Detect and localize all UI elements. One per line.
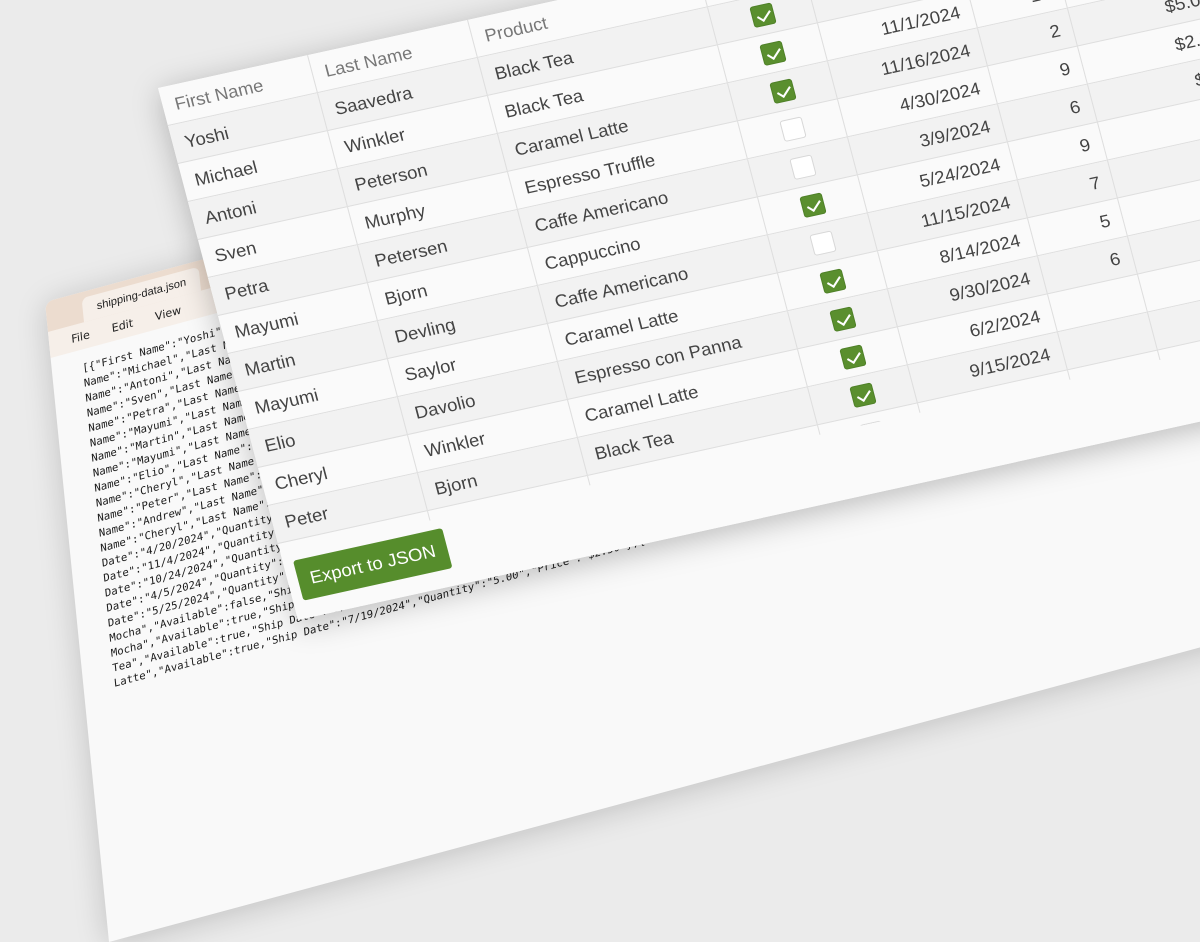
- checkbox-checked-icon[interactable]: [849, 382, 877, 408]
- checkbox-unchecked-icon[interactable]: [809, 230, 837, 256]
- checkbox-checked-icon[interactable]: [839, 344, 867, 370]
- checkbox-checked-icon[interactable]: [829, 306, 857, 332]
- checkbox-checked-icon[interactable]: [819, 268, 847, 294]
- checkbox-unchecked-icon[interactable]: [779, 116, 807, 142]
- menu-file[interactable]: File: [71, 328, 91, 346]
- checkbox-checked-icon[interactable]: [749, 2, 777, 28]
- menu-edit[interactable]: Edit: [111, 316, 134, 335]
- checkbox-checked-icon[interactable]: [759, 40, 787, 66]
- menu-view[interactable]: View: [154, 303, 181, 323]
- checkbox-unchecked-icon[interactable]: [789, 154, 817, 180]
- checkbox-checked-icon[interactable]: [799, 192, 827, 218]
- checkbox-checked-icon[interactable]: [769, 78, 797, 104]
